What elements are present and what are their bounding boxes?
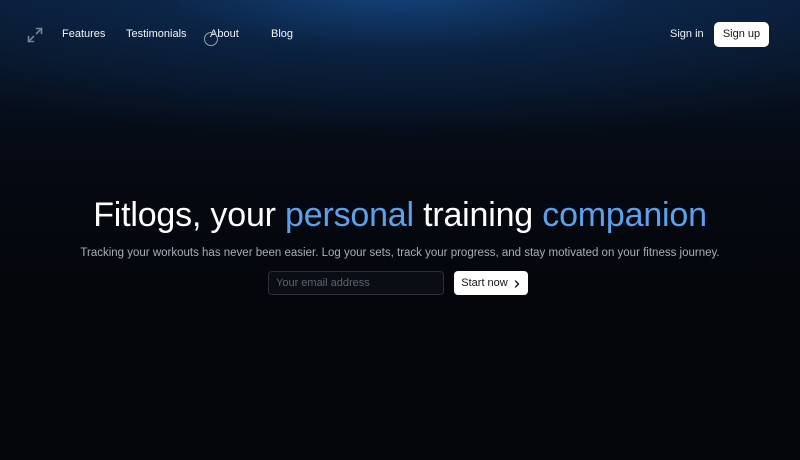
hero-title-part: Fitlogs, your (93, 196, 286, 234)
start-now-label: Start now (461, 277, 508, 289)
nav-link-blog[interactable]: Blog (271, 28, 293, 40)
top-navigation: Features Testimonials About Blog Sign in… (0, 0, 800, 70)
hero-title-part: training (413, 196, 543, 234)
nav-link-about[interactable]: About (210, 28, 239, 40)
sign-in-link[interactable]: Sign in (670, 28, 704, 40)
hero-subtitle: Tracking your workouts has never been ea… (80, 247, 720, 259)
sign-up-button[interactable]: Sign up (714, 22, 769, 47)
start-now-button[interactable]: Start now (454, 271, 528, 295)
email-input[interactable] (268, 271, 444, 295)
expand-arrows-icon[interactable] (26, 26, 44, 44)
nav-link-features[interactable]: Features (62, 28, 105, 40)
hero-title-accent-personal: personal (285, 196, 414, 234)
hero-title: Fitlogs, your personal training companio… (0, 196, 800, 235)
landing-page: Features Testimonials About Blog Sign in… (0, 0, 800, 460)
hero-title-accent-companion: companion (542, 196, 707, 234)
chevron-right-icon (513, 279, 521, 288)
nav-link-testimonials[interactable]: Testimonials (126, 28, 187, 40)
